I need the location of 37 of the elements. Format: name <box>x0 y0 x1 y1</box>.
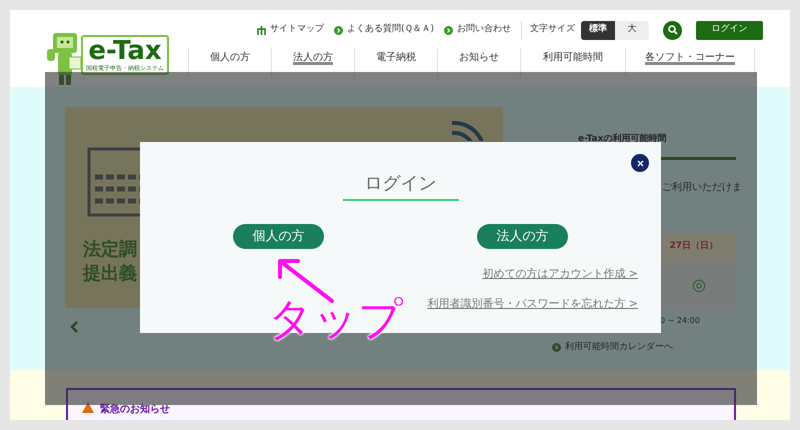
font-size-option[interactable]: 標準 <box>581 20 615 40</box>
arrow-circle-icon <box>334 26 343 34</box>
user-type-button[interactable]: 個人の方 <box>233 224 324 249</box>
close-icon <box>636 160 644 166</box>
utility-link[interactable]: お問い合わせ <box>444 23 511 37</box>
search-icon <box>668 25 678 35</box>
nav-item[interactable]: 各ソフト・コーナー <box>645 48 735 65</box>
utility-link[interactable]: よくある質問(Ｑ＆Ａ) <box>334 23 434 37</box>
login-button[interactable]: ログイン <box>696 20 763 40</box>
close-button[interactable] <box>631 154 649 172</box>
logo-title: e-Tax <box>88 37 162 65</box>
font-size-label: 文字サイズ <box>530 23 575 36</box>
font-size-option[interactable]: 大 <box>615 20 649 40</box>
user-type-button[interactable]: 法人の方 <box>477 224 568 249</box>
sitemap-icon <box>256 26 266 34</box>
utility-link[interactable]: サイトマップ <box>256 23 324 37</box>
arrow-circle-icon <box>444 26 453 34</box>
dialog-title: ログイン <box>342 170 458 201</box>
chevron-left-icon[interactable] <box>70 321 78 333</box>
banner-text: 提出義 <box>83 262 137 286</box>
nav-item[interactable]: 利用可能時間 <box>543 48 603 65</box>
banner-text: 法定調 <box>83 238 137 262</box>
calendar-link[interactable]: 利用可能時間カレンダーへ <box>552 340 736 354</box>
wireless-icon <box>450 121 484 141</box>
availability-mark: ◎ <box>692 274 706 296</box>
notice-title: 緊急のお知らせ <box>100 402 170 417</box>
nav-item[interactable]: 法人の方 <box>293 48 333 65</box>
warning-icon <box>82 402 94 413</box>
search-button[interactable] <box>663 20 682 40</box>
nav-item[interactable]: 個人の方 <box>210 48 250 65</box>
tap-annotation: タップ <box>268 293 403 347</box>
dialog-link[interactable]: 初めての方はアカウント作成 > <box>482 266 638 282</box>
calendar-day: 27日（日） <box>669 240 718 254</box>
arrow-circle-icon <box>552 342 561 352</box>
nav-item[interactable]: お知らせ <box>459 48 499 65</box>
nav-item[interactable]: 電子納税 <box>376 48 416 65</box>
dialog-link[interactable]: 利用者識別番号・パスワードを忘れた方 > <box>427 296 638 312</box>
